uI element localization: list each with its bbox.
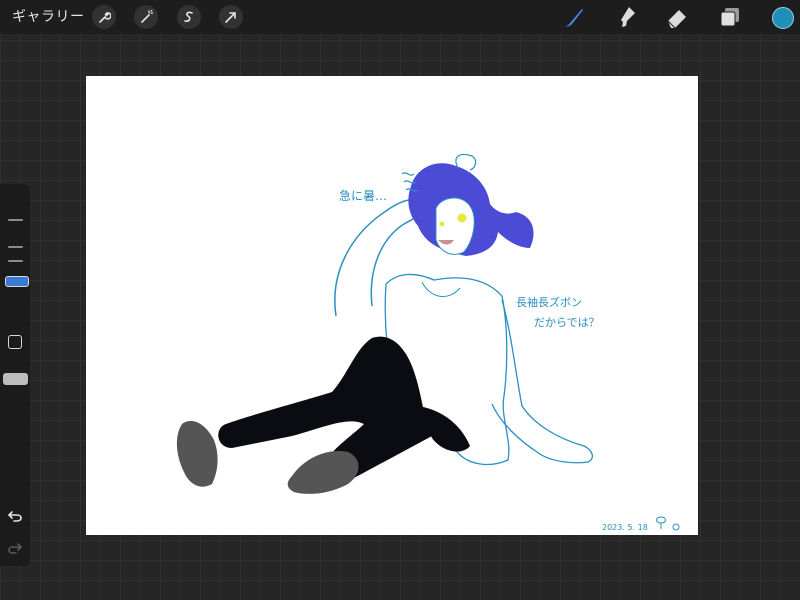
speech-text-right-1: 長袖長ズボン <box>516 295 582 309</box>
brush-size-slider[interactable] <box>0 204 30 314</box>
transform-arrow-icon[interactable] <box>219 5 243 29</box>
redo-icon[interactable] <box>7 540 23 556</box>
slider-tick <box>8 219 23 221</box>
signature-date: 2023. 5. 18 <box>602 523 648 532</box>
brush-icon[interactable] <box>561 4 587 30</box>
left-sidebar <box>0 184 30 566</box>
brush-size-handle[interactable] <box>5 276 29 287</box>
smudge-icon[interactable] <box>613 4 639 30</box>
undo-icon[interactable] <box>7 508 23 524</box>
gallery-button[interactable]: ギャラリー <box>12 7 85 27</box>
speech-text-left: 急に暑… <box>339 188 387 203</box>
wrench-icon[interactable] <box>92 5 116 29</box>
modify-button[interactable] <box>8 335 22 349</box>
color-picker-button[interactable] <box>772 7 794 29</box>
slider-tick <box>8 260 23 262</box>
opacity-slider-handle[interactable] <box>3 373 28 385</box>
slider-tick <box>8 246 23 248</box>
artwork: 急に暑… 長袖長ズボン だからでは？ 2023. 5. 18 <box>176 153 680 532</box>
magic-wand-icon[interactable] <box>134 5 158 29</box>
speech-text-right-2: だからでは？ <box>534 316 600 329</box>
layers-icon[interactable] <box>717 4 743 30</box>
eraser-icon[interactable] <box>664 4 690 30</box>
drawing-canvas[interactable]: 急に暑… 長袖長ズボン だからでは？ 2023. 5. 18 <box>86 76 698 535</box>
selection-icon[interactable] <box>177 5 201 29</box>
top-toolbar: ギャラリー <box>0 0 800 34</box>
